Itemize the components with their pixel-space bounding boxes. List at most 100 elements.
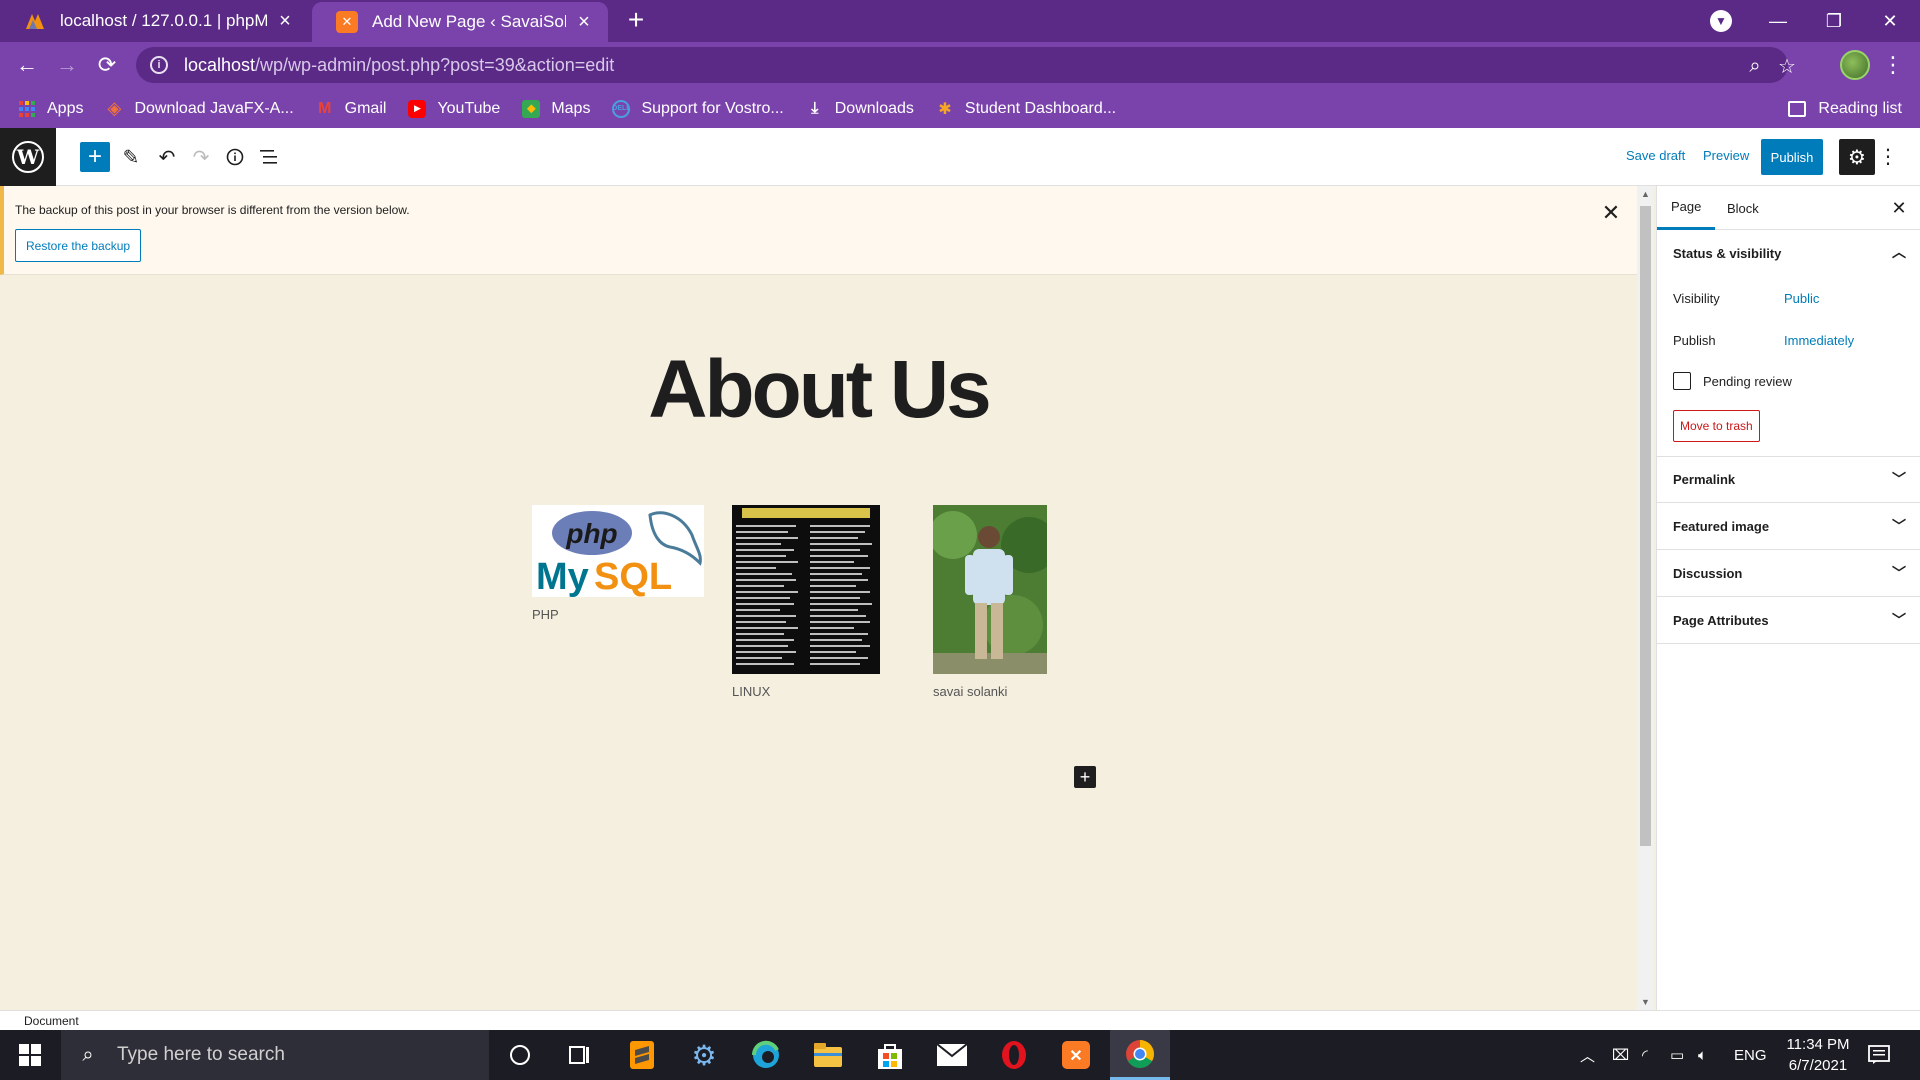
panel-discussion[interactable]: Discussion ﹀ [1657, 551, 1920, 597]
gallery-caption[interactable]: LINUX [732, 684, 880, 699]
language-indicator[interactable]: ENG [1734, 1030, 1767, 1080]
battery-icon[interactable]: ▭ [1670, 1030, 1684, 1080]
panel-status-visibility[interactable]: Status & visibility ︿ [1657, 230, 1920, 276]
page-title[interactable]: About Us [0, 343, 1637, 437]
cortana-icon[interactable] [490, 1030, 550, 1080]
chevron-down-icon: ﹀ [1892, 565, 1906, 581]
bookmark-label: Download JavaFX-A... [134, 99, 294, 117]
publish-date-link[interactable]: Immediately [1784, 333, 1854, 348]
linux-commands-image[interactable] [732, 505, 880, 674]
taskbar-search-input[interactable]: ⌕ Type here to search [61, 1030, 489, 1080]
volume-icon[interactable]: 🔈︎ [1698, 1030, 1707, 1080]
reading-list-button[interactable]: Reading list [1788, 89, 1902, 128]
wordpress-logo-button[interactable]: W [0, 128, 56, 186]
tab-page[interactable]: Page [1657, 186, 1716, 230]
browser-menu-icon[interactable]: ⋮ [1882, 50, 1904, 80]
breadcrumb-document[interactable]: Document [24, 1014, 79, 1028]
publish-button[interactable]: Publish [1761, 139, 1823, 175]
add-block-button[interactable]: + [80, 142, 110, 172]
minimize-button[interactable]: — [1750, 0, 1806, 42]
info-icon[interactable] [220, 142, 250, 172]
pending-review-label[interactable]: Pending review [1703, 374, 1792, 389]
panel-permalink[interactable]: Permalink ﹀ [1657, 457, 1920, 503]
meet-now-icon[interactable]: ⌧ [1612, 1030, 1629, 1080]
microsoft-store-icon[interactable] [860, 1030, 920, 1080]
sublime-text-icon[interactable] [612, 1030, 672, 1080]
panel-page-attributes[interactable]: Page Attributes ﹀ [1657, 598, 1920, 644]
star-icon[interactable]: ☆ [1776, 55, 1798, 78]
task-view-icon[interactable] [550, 1030, 610, 1080]
bookmark-gmail[interactable]: M Gmail [316, 100, 386, 118]
info-icon[interactable]: i [150, 56, 168, 74]
windows-start-button[interactable] [0, 1030, 60, 1080]
editor-scrollbar[interactable]: ▲ ▼ [1637, 186, 1654, 1010]
panel-featured-image[interactable]: Featured image ﹀ [1657, 504, 1920, 550]
close-icon[interactable]: ✕ [1889, 198, 1909, 218]
bookmark-maps[interactable]: ⬥ Maps [522, 99, 590, 118]
tab-block[interactable]: Block [1713, 186, 1773, 230]
gallery-caption[interactable]: PHP [532, 607, 704, 622]
show-hidden-icons-button[interactable]: ︿ [1580, 1030, 1595, 1080]
bookmark-downloads[interactable]: ⤓ Downloads [806, 100, 914, 118]
close-icon[interactable]: × [574, 11, 594, 33]
chrome-icon[interactable] [1110, 1030, 1170, 1080]
file-explorer-icon[interactable] [798, 1030, 858, 1080]
opera-icon[interactable] [984, 1030, 1044, 1080]
java-icon: ◈ [107, 98, 122, 118]
scrollbar-thumb[interactable] [1640, 206, 1651, 846]
chevron-down-icon: ﹀ [1892, 612, 1906, 628]
gallery-item-linux[interactable]: LINUX [732, 505, 880, 699]
more-options-icon[interactable]: ⋮ [1878, 142, 1898, 172]
edge-icon[interactable] [736, 1030, 796, 1080]
forward-button[interactable]: → [52, 50, 82, 80]
gear-icon[interactable]: ⚙ [1839, 139, 1875, 175]
list-view-icon[interactable] [254, 142, 284, 172]
maximize-button[interactable]: ❐ [1806, 0, 1862, 42]
undo-icon[interactable]: ↶ [152, 142, 182, 172]
gallery-item-person[interactable]: savai solanki [933, 505, 1047, 699]
preview-button[interactable]: Preview [1703, 148, 1749, 163]
redo-icon[interactable]: ↷ [186, 142, 216, 172]
save-draft-button[interactable]: Save draft [1626, 148, 1685, 163]
wifi-icon[interactable]: ◜ [1642, 1030, 1648, 1080]
bookmark-student-dashboard[interactable]: ✱ Student Dashboard... [936, 100, 1116, 118]
settings-sidebar: Page Block ✕ Status & visibility ︿ Visib… [1656, 186, 1920, 1010]
gallery-caption[interactable]: savai solanki [933, 684, 1047, 699]
address-bar[interactable]: i localhost/wp/wp-admin/post.php?post=39… [136, 47, 1796, 83]
bookmark-dell-support[interactable]: DELL Support for Vostro... [612, 99, 784, 118]
gallery-item-php[interactable]: php My SQL PHP [532, 505, 704, 622]
settings-gear-icon[interactable]: ⚙ [674, 1030, 734, 1080]
zoom-icon[interactable]: ⌕ [1744, 55, 1766, 77]
new-tab-button[interactable]: + [622, 6, 650, 34]
back-button[interactable]: ← [12, 50, 42, 80]
close-icon[interactable]: × [275, 10, 295, 32]
reload-button[interactable]: ⟳ [92, 50, 122, 80]
tab-add-new-page[interactable]: ✕ Add New Page ‹ SavaiSolanki — WordPres… [312, 2, 608, 42]
visibility-value-link[interactable]: Public [1784, 291, 1819, 306]
download-icon: ⤓ [811, 99, 819, 117]
scroll-up-arrow[interactable]: ▲ [1637, 186, 1654, 202]
scroll-down-arrow[interactable]: ▼ [1637, 994, 1654, 1010]
taskbar-clock[interactable]: 11:34 PM 6/7/2021 [1763, 1034, 1873, 1076]
block-breadcrumb: Document [0, 1010, 1920, 1030]
bookmark-javafx[interactable]: ◈ Download JavaFX-A... [105, 98, 294, 118]
bookmark-youtube[interactable]: ▶ YouTube [408, 99, 500, 118]
bookmark-apps[interactable]: Apps [18, 100, 83, 118]
edit-tool-icon[interactable]: ✎ [116, 142, 146, 172]
chevron-down-icon[interactable]: ▼ [1710, 10, 1732, 32]
close-window-button[interactable]: ✕ [1862, 0, 1918, 42]
php-mysql-logo-image[interactable]: php My SQL [532, 505, 704, 597]
add-block-inline-button[interactable]: + [1074, 766, 1096, 788]
pending-review-checkbox[interactable] [1673, 372, 1691, 390]
tab-phpmyadmin[interactable]: localhost / 127.0.0.1 | phpMyAdmin × [0, 0, 309, 42]
move-to-trash-button[interactable]: Move to trash [1673, 410, 1760, 442]
restore-backup-button[interactable]: Restore the backup [15, 229, 142, 262]
xampp-icon[interactable]: ✕ [1046, 1030, 1106, 1080]
profile-avatar[interactable] [1840, 50, 1870, 80]
dell-icon: DELL [612, 99, 631, 118]
person-photo-image[interactable] [933, 505, 1047, 674]
close-icon[interactable]: ✕ [1600, 200, 1622, 225]
mail-icon[interactable] [922, 1030, 982, 1080]
maps-icon: ⬥ [522, 99, 541, 118]
notifications-icon[interactable] [1868, 1030, 1890, 1080]
